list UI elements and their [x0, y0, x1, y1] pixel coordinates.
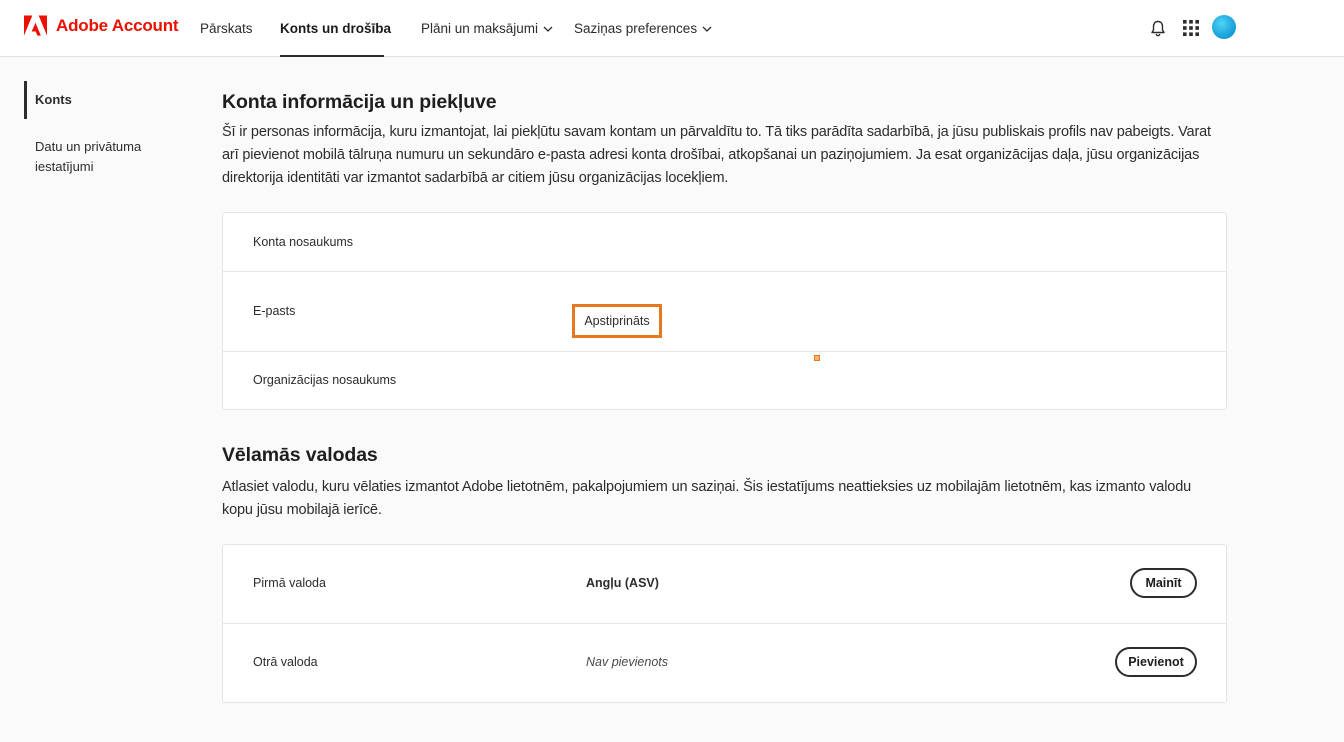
account-name-label: Konta nosaukums: [253, 235, 354, 249]
nav-item-label: Konts un drošība: [280, 21, 391, 36]
account-section-description: Šī ir personas informācija, kuru izmanto…: [222, 124, 1211, 186]
nav-item-account-security[interactable]: Konts un drošība: [280, 0, 391, 57]
nav-item-plans-payments[interactable]: Plāni un maksājumi: [421, 0, 553, 57]
nav-item-communication-preferences[interactable]: Saziņas preferences: [574, 0, 712, 57]
adobe-brand[interactable]: Adobe Account: [24, 15, 179, 37]
nav-item-label: Saziņas preferences: [574, 21, 698, 36]
sidebar-item-label: Datu un privātuma iestatījumi: [35, 139, 142, 174]
account-section-title: Konta informācija un piekļuve: [222, 91, 497, 113]
first-language-row: Pirmā valoda Angļu (ASV) Mainīt: [223, 545, 1226, 624]
nav-item-overview[interactable]: Pārskats: [200, 0, 253, 57]
top-navigation-bar: Adobe Account Pārskats Konts un drošība …: [0, 0, 1344, 57]
avatar[interactable]: [1212, 15, 1236, 39]
highlight-marker: [814, 355, 820, 361]
change-language-button[interactable]: Mainīt: [1130, 568, 1197, 598]
sidebar-item-data-privacy[interactable]: Datu un privātuma iestatījumi: [24, 137, 174, 177]
adobe-logo-icon: [24, 15, 47, 36]
brand-name: Adobe Account: [56, 16, 179, 35]
language-section-description: Atlasiet valodu, kuru vēlaties izmantot …: [222, 479, 1192, 518]
org-name-row[interactable]: Organizācijas nosaukums: [223, 352, 1226, 409]
chevron-down-icon: [543, 26, 553, 32]
apps-grid-icon[interactable]: [1179, 16, 1203, 40]
org-name-label: Organizācijas nosaukums: [253, 373, 397, 387]
second-language-value: Nav pievienots: [586, 655, 668, 669]
nav-item-label: Pārskats: [200, 21, 253, 36]
email-row[interactable]: E-pasts Apstiprināts: [223, 272, 1226, 352]
email-verified-badge: Apstiprināts: [572, 304, 662, 338]
email-label: E-pasts: [253, 304, 296, 318]
second-language-label: Otrā valoda: [253, 655, 318, 669]
first-language-label: Pirmā valoda: [253, 576, 326, 590]
language-section-title: Vēlamās valodas: [222, 444, 378, 466]
language-card: Pirmā valoda Angļu (ASV) Mainīt Otrā val…: [222, 544, 1227, 703]
account-info-card: Konta nosaukums E-pasts Apstiprināts Org…: [222, 212, 1227, 410]
chevron-down-icon: [702, 26, 712, 32]
first-language-value: Angļu (ASV): [586, 576, 659, 590]
account-name-row[interactable]: Konta nosaukums: [223, 213, 1226, 272]
add-language-button[interactable]: Pievienot: [1115, 647, 1197, 677]
sidebar-item-label: Konts: [35, 92, 72, 107]
bell-icon[interactable]: [1146, 16, 1170, 40]
second-language-row: Otrā valoda Nav pievienots Pievienot: [223, 624, 1226, 702]
sidebar-item-account[interactable]: Konts: [24, 81, 72, 119]
nav-item-label: Plāni un maksājumi: [421, 21, 539, 36]
